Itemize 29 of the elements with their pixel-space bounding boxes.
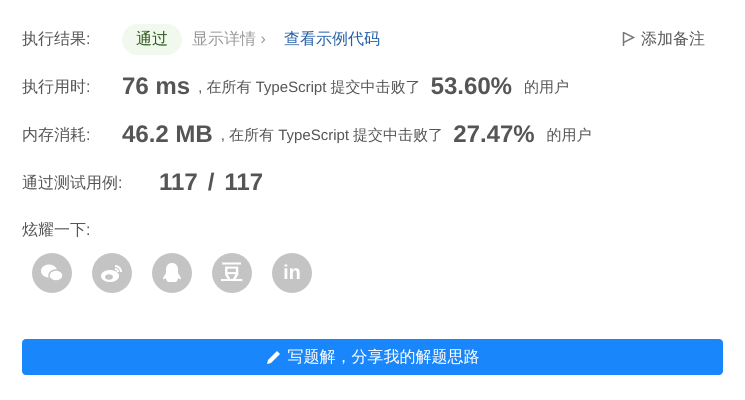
stat-description: , 在所有 TypeScript 提交中击败了 <box>220 126 444 144</box>
stat-label: 内存消耗: <box>22 126 92 146</box>
passed-count: 117 <box>159 169 198 197</box>
percentile-value: 53.60% <box>430 73 512 101</box>
wechat-icon <box>40 263 64 283</box>
tests-label: 通过测试用例: <box>22 174 124 194</box>
stat-description: , 在所有 TypeScript 提交中击败了 <box>198 78 421 96</box>
example-code-link[interactable]: 查看示例代码 <box>284 28 380 50</box>
share-button[interactable] <box>152 253 192 293</box>
field-label: 执行结果: <box>22 30 92 50</box>
stat-suffix: 的用户 <box>546 126 592 144</box>
pencil-icon <box>266 349 282 365</box>
flag-icon <box>622 31 635 47</box>
stat-value: 46.2 MB <box>122 121 213 149</box>
write-solution-button[interactable]: 写题解，分享我的解题思路 <box>22 339 723 375</box>
share-button[interactable] <box>32 253 72 293</box>
share-label: 炫耀一下: <box>22 220 92 241</box>
add-note-button[interactable]: 添加备注 <box>622 28 723 50</box>
total-count: 117 <box>224 169 264 197</box>
separator: / <box>208 169 214 197</box>
status-badge: 通过 <box>122 24 182 54</box>
stat-suffix: 的用户 <box>524 78 570 96</box>
share-button[interactable] <box>92 253 132 293</box>
stat-value: 76 ms <box>122 73 190 101</box>
penguin-icon <box>162 262 182 284</box>
stat-label: 执行用时: <box>22 78 92 98</box>
percentile-value: 27.47% <box>453 121 535 149</box>
details-link[interactable]: 显示详情 › <box>192 28 266 50</box>
weibo-icon <box>100 263 124 283</box>
